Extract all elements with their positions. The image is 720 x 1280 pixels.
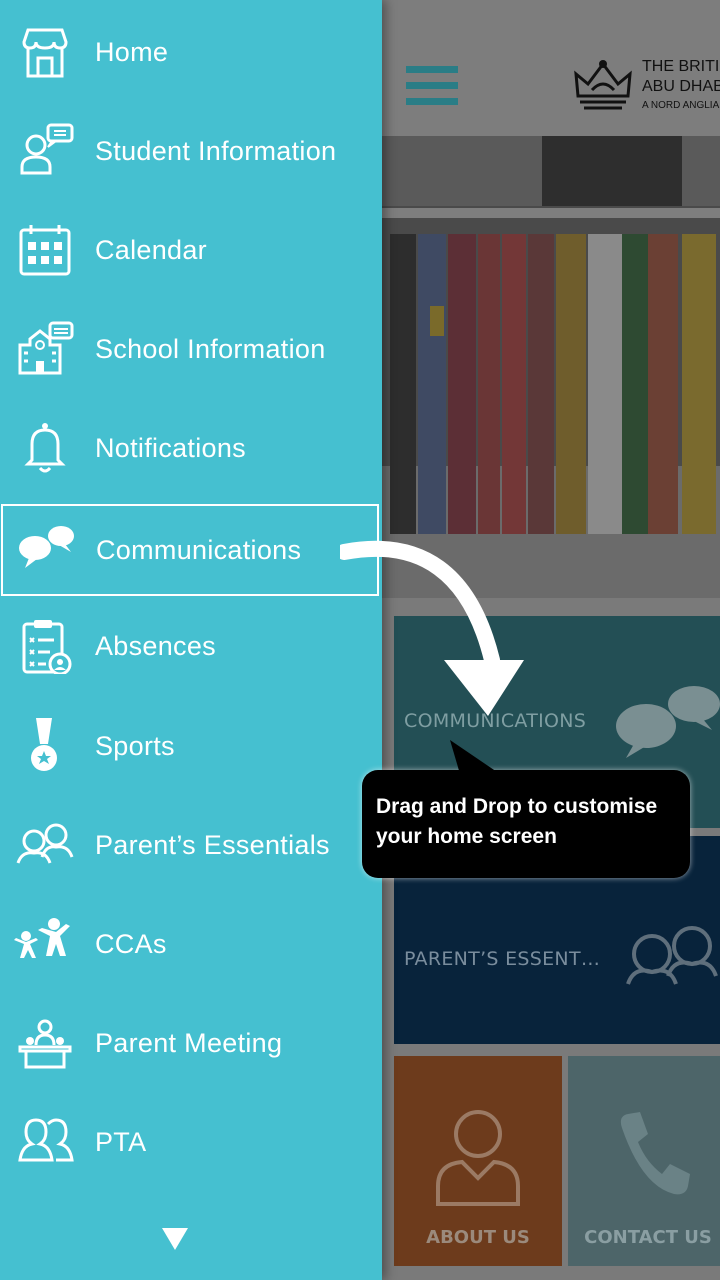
activity-people-icon (14, 918, 70, 958)
drawer-item-notifications[interactable]: Notifications (0, 402, 382, 494)
drawer-item-label: Parent Meeting (95, 1028, 283, 1058)
crown-crest-icon (574, 60, 632, 110)
medal-icon (31, 718, 57, 771)
scroll-down-icon[interactable] (160, 1226, 190, 1252)
school-logo-text: ABU DHAB (642, 78, 720, 95)
tooltip-text: Drag and Drop to customise your home scr… (376, 795, 658, 848)
drawer-item-communications[interactable]: Communications (1, 504, 379, 596)
school-logo-subtext: A NORD ANGLIA (642, 100, 720, 111)
student-info-icon (20, 123, 74, 175)
bell-icon (24, 423, 66, 473)
parents-icon (626, 926, 718, 985)
drawer-item-label: Absences (95, 631, 216, 661)
drawer-item-label: School Information (95, 334, 326, 364)
home-icon (22, 28, 68, 78)
calendar-icon (19, 225, 71, 276)
drawer-item-label: Parent’s Essentials (95, 830, 330, 860)
drawer-item-student-information[interactable]: Student Information (0, 105, 382, 197)
drawer-item-ccas[interactable]: CCAs (0, 898, 382, 990)
tile-contact-us[interactable]: CONTACT US (568, 1056, 720, 1266)
drawer-item-school-information[interactable]: School Information (0, 303, 382, 395)
drawer-item-parents-essentials[interactable]: Parent’s Essentials (0, 799, 382, 891)
phone-icon (620, 1112, 690, 1195)
drawer-item-pta[interactable]: PTA (0, 1096, 382, 1188)
meeting-icon (18, 1019, 72, 1069)
tile-label: ABOUT US (426, 1227, 530, 1248)
chat-bubbles-icon (616, 686, 720, 758)
drawer-item-label: Student Information (95, 136, 337, 166)
drawer-item-label: PTA (95, 1127, 147, 1157)
school-logo-text: THE BRITISH (642, 58, 720, 75)
drawer-item-label: Sports (95, 731, 175, 761)
drawer-item-parent-meeting[interactable]: Parent Meeting (0, 997, 382, 1089)
drawer-item-calendar[interactable]: Calendar (0, 204, 382, 296)
person-icon (436, 1110, 520, 1206)
curved-arrow-icon (340, 540, 524, 716)
drawer-item-label: Notifications (95, 433, 246, 463)
group-icon (18, 1118, 74, 1162)
school-info-icon (18, 321, 74, 375)
hamburger-menu-icon[interactable] (406, 66, 458, 106)
drawer-item-sports[interactable]: Sports (0, 700, 382, 792)
parents-icon (16, 823, 74, 864)
chat-bubbles-icon (19, 526, 74, 568)
drag-drop-tooltip: Drag and Drop to customise your home scr… (362, 740, 690, 878)
hero-flags-image (382, 136, 720, 598)
tile-label: PARENT’S ESSENT… (404, 948, 601, 970)
tile-about-us[interactable]: ABOUT US (394, 1056, 562, 1266)
navigation-drawer: Home Student Information Calendar School… (0, 0, 382, 1280)
tooltip-tail (450, 740, 500, 774)
drawer-item-label: Communications (96, 535, 302, 565)
drawer-item-absences[interactable]: Absences (0, 600, 382, 692)
drawer-item-label: Calendar (95, 235, 207, 265)
drawer-item-label: CCAs (95, 929, 167, 959)
clipboard-icon (22, 620, 72, 674)
tile-label: CONTACT US (584, 1227, 712, 1248)
drawer-item-home[interactable]: Home (0, 6, 382, 98)
drawer-item-label: Home (95, 37, 169, 67)
app-header: THE BRITISH ABU DHAB A NORD ANGLIA (382, 0, 720, 136)
